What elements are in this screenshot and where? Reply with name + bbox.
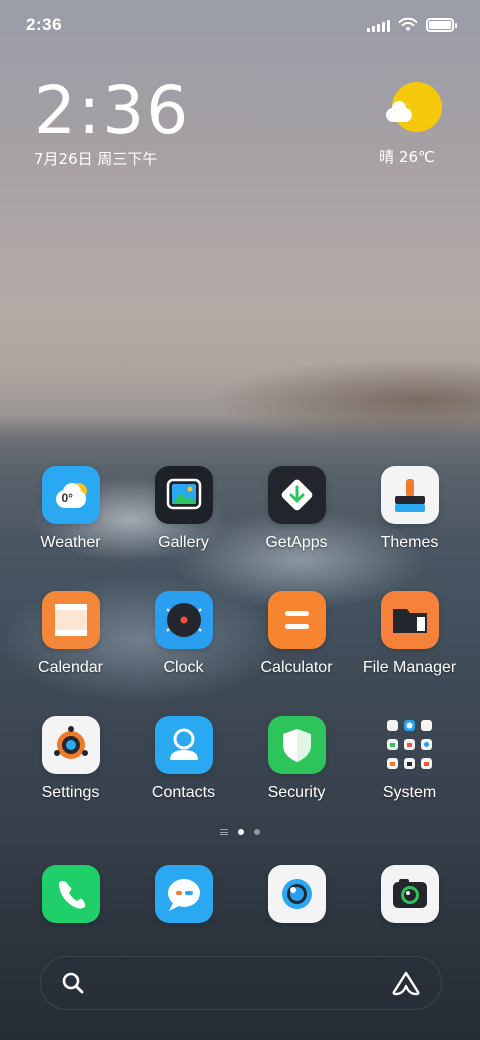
weather-widget-text: 晴 26℃ bbox=[379, 148, 435, 166]
app-clock[interactable]: Clock bbox=[127, 591, 240, 716]
dock bbox=[14, 865, 466, 923]
camera-icon bbox=[380, 865, 439, 923]
app-getapps[interactable]: GetApps bbox=[240, 466, 353, 591]
app-label: Settings bbox=[41, 784, 100, 801]
messages-icon bbox=[154, 865, 213, 923]
app-system-folder[interactable]: System bbox=[353, 716, 466, 841]
signal-icon bbox=[367, 18, 390, 32]
app-label: Weather bbox=[40, 534, 101, 551]
clock-widget-date: 7月26日 周三下午 bbox=[34, 150, 158, 168]
battery-fill bbox=[429, 21, 451, 29]
dock-browser[interactable] bbox=[240, 865, 353, 923]
app-themes[interactable]: Themes bbox=[353, 466, 466, 591]
page-dot-current bbox=[238, 829, 244, 835]
app-label: File Manager bbox=[362, 659, 457, 676]
phone-icon bbox=[41, 865, 100, 923]
app-calendar[interactable]: Calendar bbox=[14, 591, 127, 716]
app-calculator[interactable]: Calculator bbox=[240, 591, 353, 716]
gallery-icon bbox=[154, 466, 213, 524]
dock-camera[interactable] bbox=[353, 865, 466, 923]
browser-icon bbox=[267, 865, 326, 923]
app-file-manager[interactable]: File Manager bbox=[353, 591, 466, 716]
weather-widget[interactable]: 晴 26℃ bbox=[379, 82, 444, 167]
app-row: 0° Weather Gallery GetApps Themes bbox=[14, 466, 466, 591]
app-label: Security bbox=[267, 784, 326, 801]
wifi-icon bbox=[398, 17, 418, 31]
themes-icon bbox=[380, 466, 439, 524]
status-time: 2:36 bbox=[26, 15, 63, 34]
app-row: Settings Contacts Security System bbox=[14, 716, 466, 841]
app-label: Clock bbox=[163, 659, 204, 676]
app-weather[interactable]: 0° Weather bbox=[14, 466, 127, 591]
calculator-icon bbox=[267, 591, 326, 649]
settings-icon bbox=[41, 716, 100, 774]
security-icon bbox=[267, 716, 326, 774]
clock-icon bbox=[154, 591, 213, 649]
app-contacts[interactable]: Contacts bbox=[127, 716, 240, 841]
app-row: Calendar Clock Calculator File Manager bbox=[14, 591, 466, 716]
app-label: Calendar bbox=[38, 659, 103, 676]
app-label: System bbox=[382, 784, 437, 801]
app-gallery[interactable]: Gallery bbox=[127, 466, 240, 591]
clock-widget[interactable]: 2:36 7月26日 周三下午 bbox=[34, 78, 190, 169]
battery-icon bbox=[426, 18, 457, 32]
app-settings[interactable]: Settings bbox=[14, 716, 127, 841]
clock-widget-time: 2:36 bbox=[34, 72, 191, 149]
dock-messages[interactable] bbox=[127, 865, 240, 923]
app-label: Calculator bbox=[260, 659, 333, 676]
app-label: Themes bbox=[380, 534, 439, 551]
search-bar[interactable] bbox=[40, 956, 442, 1010]
contacts-icon bbox=[154, 716, 213, 774]
calendar-icon bbox=[41, 591, 100, 649]
app-security[interactable]: Security bbox=[240, 716, 353, 841]
getapps-icon bbox=[267, 466, 326, 524]
system-folder-icon bbox=[381, 716, 439, 774]
sunny-cloud-icon bbox=[386, 82, 442, 134]
status-icons bbox=[367, 17, 457, 33]
file-manager-icon bbox=[380, 591, 439, 649]
app-grid: 0° Weather Gallery GetApps Themes Calend… bbox=[14, 466, 466, 841]
app-drawer-indicator-icon bbox=[220, 829, 228, 835]
dock-phone[interactable] bbox=[14, 865, 127, 923]
page-indicator[interactable] bbox=[0, 829, 480, 835]
status-bar: 2:36 bbox=[0, 0, 480, 50]
app-label: GetApps bbox=[265, 534, 328, 551]
page-dot bbox=[254, 829, 260, 835]
app-label: Gallery bbox=[158, 534, 209, 551]
weather-icon: 0° bbox=[41, 466, 100, 524]
assistant-icon[interactable] bbox=[391, 970, 421, 996]
app-label: Contacts bbox=[151, 784, 216, 801]
search-icon[interactable] bbox=[61, 971, 85, 995]
weather-icon-badge: 0° bbox=[61, 491, 73, 505]
